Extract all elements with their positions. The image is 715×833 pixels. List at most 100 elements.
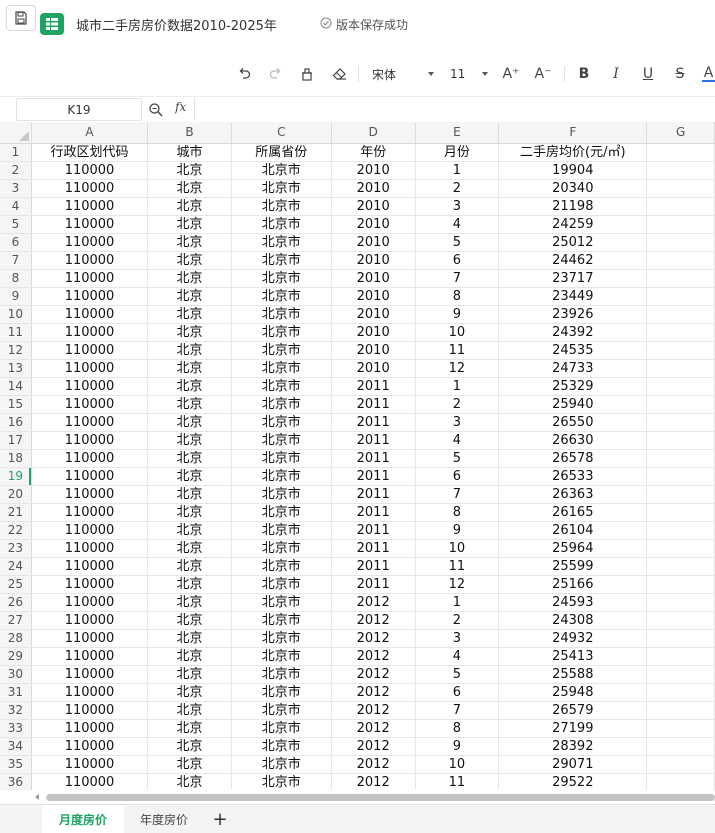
cell[interactable]: 26579 xyxy=(498,701,648,720)
font-color-icon[interactable]: A xyxy=(702,64,715,84)
cell[interactable] xyxy=(646,539,715,558)
row-header[interactable]: 29 xyxy=(0,647,32,666)
cell[interactable]: 1 xyxy=(415,161,500,180)
cell[interactable]: 北京 xyxy=(147,287,232,306)
cell[interactable]: 21198 xyxy=(498,197,648,216)
cell[interactable]: 110000 xyxy=(31,395,149,414)
cell[interactable]: 110000 xyxy=(31,359,149,378)
sheet-tab-monthly[interactable]: 月度房价 xyxy=(42,805,124,833)
cell[interactable] xyxy=(646,503,715,522)
cell[interactable]: 北京 xyxy=(147,251,232,270)
cell[interactable]: 3 xyxy=(415,629,500,648)
cell[interactable]: 2010 xyxy=(331,341,416,360)
cell[interactable]: 2011 xyxy=(331,503,416,522)
cell[interactable]: 2011 xyxy=(331,539,416,558)
cell[interactable]: 北京市 xyxy=(231,395,332,414)
cell[interactable]: 25964 xyxy=(498,539,648,558)
cell[interactable] xyxy=(646,431,715,450)
cell[interactable]: 24308 xyxy=(498,611,648,630)
cell[interactable] xyxy=(646,359,715,378)
scrollbar-thumb[interactable] xyxy=(46,794,715,801)
row-header[interactable]: 12 xyxy=(0,341,32,360)
cell[interactable]: 2012 xyxy=(331,683,416,702)
cell[interactable]: 北京市 xyxy=(231,413,332,432)
cell[interactable]: 23926 xyxy=(498,305,648,324)
cell[interactable]: 24932 xyxy=(498,629,648,648)
cell[interactable]: 北京市 xyxy=(231,629,332,648)
cell[interactable]: 110000 xyxy=(31,161,149,180)
cell[interactable] xyxy=(646,323,715,342)
cell[interactable]: 9 xyxy=(415,521,500,540)
cell[interactable] xyxy=(646,593,715,612)
row-header[interactable]: 32 xyxy=(0,701,32,720)
cell[interactable]: 25948 xyxy=(498,683,648,702)
row-header[interactable]: 27 xyxy=(0,611,32,630)
cell[interactable]: 19904 xyxy=(498,161,648,180)
cell[interactable] xyxy=(646,467,715,486)
cell[interactable]: 北京市 xyxy=(231,683,332,702)
font-size-select[interactable]: 11 xyxy=(446,64,492,84)
cell[interactable]: 2010 xyxy=(331,161,416,180)
cell[interactable]: 北京市 xyxy=(231,197,332,216)
cell[interactable]: 26550 xyxy=(498,413,648,432)
row-header[interactable]: 23 xyxy=(0,539,32,558)
cell[interactable]: 北京市 xyxy=(231,305,332,324)
cell[interactable]: 北京市 xyxy=(231,719,332,738)
column-header-b[interactable]: B xyxy=(147,122,232,144)
cell[interactable]: 110000 xyxy=(31,233,149,252)
cell[interactable]: 北京 xyxy=(147,395,232,414)
cell[interactable]: 1 xyxy=(415,593,500,612)
cell[interactable]: 2011 xyxy=(331,467,416,486)
cell[interactable]: 29522 xyxy=(498,773,648,790)
cell[interactable]: 北京市 xyxy=(231,287,332,306)
cell[interactable]: 110000 xyxy=(31,665,149,684)
cell[interactable]: 2011 xyxy=(331,449,416,468)
cell[interactable]: 北京 xyxy=(147,359,232,378)
cell[interactable]: 北京市 xyxy=(231,701,332,720)
cell[interactable]: 26533 xyxy=(498,467,648,486)
cell[interactable] xyxy=(646,629,715,648)
cell[interactable]: 北京 xyxy=(147,305,232,324)
column-header-d[interactable]: D xyxy=(331,122,416,144)
cell[interactable]: 25166 xyxy=(498,575,648,594)
cell[interactable]: 北京 xyxy=(147,737,232,756)
cell[interactable] xyxy=(646,395,715,414)
bold-icon[interactable]: B xyxy=(576,64,592,84)
cell[interactable]: 6 xyxy=(415,467,500,486)
cell[interactable]: 1 xyxy=(415,377,500,396)
cell[interactable]: 110000 xyxy=(31,539,149,558)
cell[interactable]: 110000 xyxy=(31,593,149,612)
row-header[interactable]: 6 xyxy=(0,233,32,252)
cell[interactable]: 2012 xyxy=(331,593,416,612)
row-header[interactable]: 21 xyxy=(0,503,32,522)
row-header[interactable]: 22 xyxy=(0,521,32,540)
cell[interactable]: 2010 xyxy=(331,197,416,216)
horizontal-scrollbar[interactable] xyxy=(32,790,715,804)
cell[interactable]: 110000 xyxy=(31,557,149,576)
cell[interactable] xyxy=(646,773,715,790)
header-cell[interactable]: 行政区划代码 xyxy=(31,143,149,162)
cell[interactable]: 北京 xyxy=(147,233,232,252)
row-header[interactable]: 28 xyxy=(0,629,32,648)
cell[interactable]: 10 xyxy=(415,755,500,774)
cell[interactable] xyxy=(646,449,715,468)
cell[interactable]: 11 xyxy=(415,341,500,360)
cell[interactable]: 2012 xyxy=(331,701,416,720)
cell[interactable]: 北京 xyxy=(147,449,232,468)
row-header[interactable]: 34 xyxy=(0,737,32,756)
cell[interactable]: 北京市 xyxy=(231,323,332,342)
row-header[interactable]: 24 xyxy=(0,557,32,576)
cell[interactable]: 7 xyxy=(415,485,500,504)
row-header[interactable]: 14 xyxy=(0,377,32,396)
cell[interactable]: 2012 xyxy=(331,719,416,738)
cell[interactable] xyxy=(646,341,715,360)
add-sheet-button[interactable]: + xyxy=(206,805,234,833)
cell[interactable]: 北京 xyxy=(147,683,232,702)
cell[interactable]: 北京市 xyxy=(231,431,332,450)
cell[interactable]: 9 xyxy=(415,305,500,324)
cell[interactable]: 2 xyxy=(415,611,500,630)
cell-reference-box[interactable]: K19 xyxy=(16,98,142,121)
cell[interactable]: 7 xyxy=(415,269,500,288)
cell[interactable] xyxy=(646,179,715,198)
cell[interactable] xyxy=(646,701,715,720)
